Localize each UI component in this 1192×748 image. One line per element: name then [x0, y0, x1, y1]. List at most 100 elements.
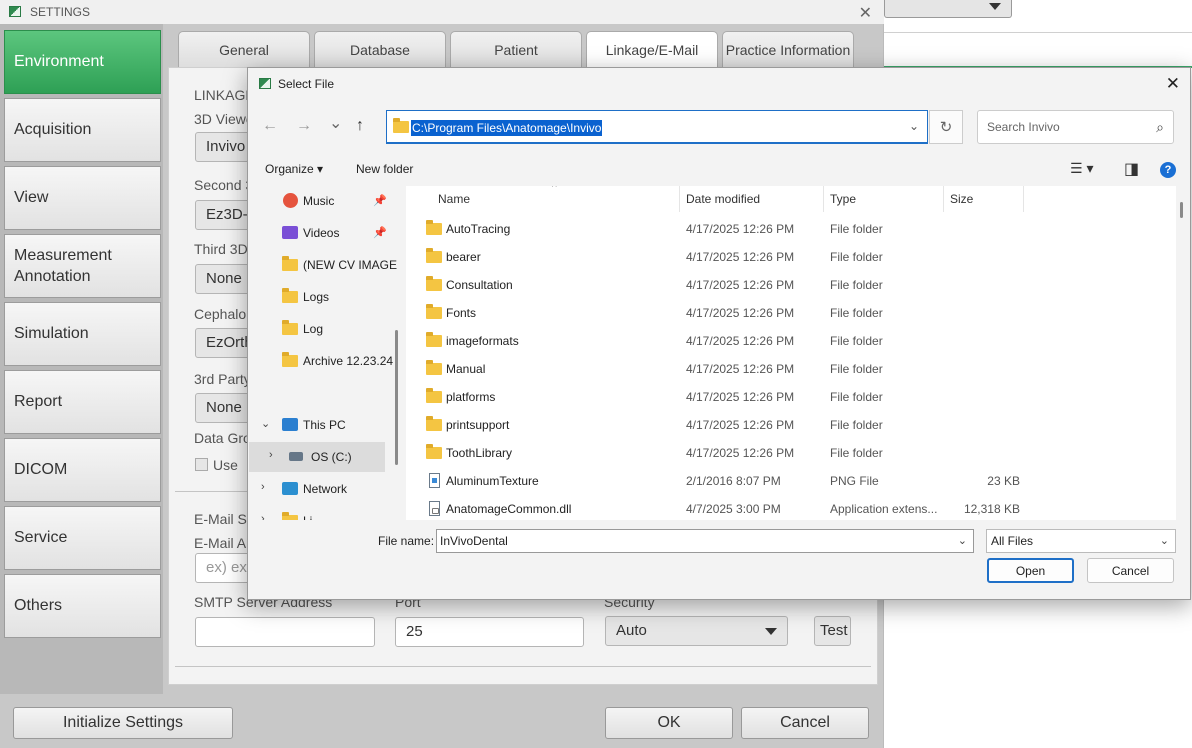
pc-icon [282, 418, 298, 431]
folder-icon [426, 248, 442, 263]
sidebar-item-service[interactable]: Service [4, 506, 161, 570]
dialog-close-icon[interactable]: ✕ [1166, 74, 1180, 94]
file-type-select[interactable]: All Files ⌄ [986, 529, 1176, 553]
expand-chevron-icon[interactable]: › [261, 513, 265, 520]
recent-locations-icon[interactable]: ⌄ [329, 113, 342, 133]
tab-linkage-email[interactable]: Linkage/E-Mail [586, 31, 718, 71]
nav-item-log[interactable]: Log [249, 314, 399, 344]
file-row[interactable]: imageformats 4/17/2025 12:26 PM File folde… [406, 327, 1166, 355]
file-name-cell: AutoTracing [446, 222, 511, 236]
file-name-cell: ToothLibrary [446, 446, 513, 460]
nav-item-archive[interactable]: Archive 12.23.24 [249, 346, 399, 376]
initialize-settings-button[interactable]: Initialize Settings [13, 707, 233, 739]
file-row[interactable]: Manual 4/17/2025 12:26 PM File folder [406, 355, 1166, 383]
file-row[interactable]: Fonts 4/17/2025 12:26 PM File folder [406, 299, 1166, 327]
search-input[interactable]: Search Invivo ⌕ [977, 110, 1174, 144]
sidebar-item-acquisition[interactable]: Acquisition [4, 98, 161, 162]
viewer3d-label: 3D Viewe [194, 111, 254, 127]
dialog-cancel-button[interactable]: Cancel [1087, 558, 1174, 583]
column-header-date[interactable]: Date modified [680, 186, 824, 212]
file-name-label: File name: [378, 534, 435, 548]
column-header-size[interactable]: Size [944, 186, 1024, 212]
background-dropdown[interactable] [884, 0, 1012, 18]
sidebar-item-simulation[interactable]: Simulation [4, 302, 161, 366]
file-type-cell: File folder [830, 418, 883, 432]
nav-item-this-pc[interactable]: ⌄ This PC [249, 410, 399, 440]
settings-cancel-button[interactable]: Cancel [741, 707, 869, 739]
up-folder-icon[interactable]: ↑ [356, 117, 364, 135]
forward-icon[interactable]: → [296, 117, 312, 135]
navigation-scrollbar[interactable] [395, 330, 398, 465]
expand-chevron-icon[interactable]: › [269, 449, 273, 461]
help-icon[interactable]: ? [1160, 162, 1176, 178]
file-row[interactable]: bearer 4/17/2025 12:26 PM File folder [406, 243, 1166, 271]
search-icon: ⌕ [1156, 119, 1164, 135]
sidebar-item-report[interactable]: Report [4, 370, 161, 434]
back-icon[interactable]: ← [262, 117, 278, 135]
port-input[interactable]: 25 [395, 617, 584, 647]
column-divider[interactable] [1023, 186, 1024, 212]
ok-button[interactable]: OK [605, 707, 733, 739]
view-options-icon[interactable]: ☰ ▾ [1070, 160, 1093, 177]
column-header-type[interactable]: Type [824, 186, 944, 212]
sidebar-item-dicom[interactable]: DICOM [4, 438, 161, 502]
open-button[interactable]: Open [987, 558, 1074, 583]
linkage-section-label: LINKAGE [194, 87, 255, 103]
dialog-title: Select File [278, 77, 335, 91]
new-folder-button[interactable]: New folder [356, 162, 413, 176]
file-row[interactable]: printsupport 4/17/2025 12:26 PM File folde… [406, 411, 1166, 439]
sidebar-item-environment[interactable]: Environment [4, 30, 161, 94]
folder-icon [426, 332, 442, 347]
address-path[interactable]: C:\Program Files\Anatomage\Invivo [411, 120, 603, 136]
file-row[interactable]: platforms 4/17/2025 12:26 PM File folder [406, 383, 1166, 411]
sidebar-item-others[interactable]: Others [4, 574, 161, 638]
tab-general[interactable]: General [178, 31, 310, 67]
settings-close-icon[interactable]: ✕ [859, 3, 872, 23]
file-row[interactable]: AutoTracing 4/17/2025 12:26 PM File folder [406, 215, 1166, 243]
nav-item-partial[interactable]: › Li [249, 506, 399, 520]
refresh-button[interactable]: ↻ [929, 110, 963, 144]
nav-item-os-c[interactable]: › OS (C:) [249, 442, 385, 472]
nav-item-videos[interactable]: Videos 📌 [249, 218, 399, 248]
nav-item-label: Logs [303, 290, 330, 304]
smtp-server-input[interactable] [195, 617, 375, 647]
tab-patient[interactable]: Patient [450, 31, 582, 67]
use-checkbox[interactable] [195, 458, 208, 471]
file-list-scrollbar[interactable] [1180, 202, 1183, 218]
sidebar-item-measurement-annotation[interactable]: Measurement Annotation [4, 234, 161, 298]
file-row[interactable]: ToothLibrary 4/17/2025 12:26 PM File folde… [406, 439, 1166, 467]
preview-pane-icon[interactable]: ◨ [1124, 159, 1139, 179]
expand-chevron-icon[interactable]: › [261, 481, 265, 493]
nav-item-label: Archive 12.23.24 [303, 354, 394, 368]
file-list: ^ Name Date modified Type Size AutoTraci… [406, 186, 1176, 520]
nav-item-logs[interactable]: Logs [249, 282, 399, 312]
security-select[interactable]: Auto [605, 616, 788, 646]
third3d-label: Third 3D [194, 241, 248, 257]
tab-practice-information[interactable]: Practice Information [722, 31, 854, 67]
folder-icon [426, 416, 442, 431]
expanded-chevron-icon[interactable]: ⌄ [261, 417, 270, 430]
address-bar[interactable]: C:\Program Files\Anatomage\Invivo ⌄ [386, 110, 928, 144]
file-name-cell: AnatomageCommon.dll [446, 502, 572, 516]
nav-item-music[interactable]: Music 📌 [249, 186, 399, 216]
file-name-input[interactable]: InVivoDental ⌄ [436, 529, 974, 553]
column-header-name[interactable]: ^ Name [406, 186, 676, 212]
chevron-down-icon[interactable]: ⌄ [958, 534, 967, 547]
folder-icon [426, 276, 442, 291]
nav-item-new-cv-image[interactable]: (NEW CV IMAGE [249, 250, 399, 280]
tab-database[interactable]: Database [314, 31, 446, 67]
sidebar-item-view[interactable]: View [4, 166, 161, 230]
address-history-chevron-icon[interactable]: ⌄ [909, 119, 919, 133]
organize-button[interactable]: Organize ▾ [265, 162, 323, 176]
file-row[interactable]: AluminumTexture 2/1/2016 8:07 PM PNG File 2… [406, 467, 1166, 495]
file-row[interactable]: Consultation 4/17/2025 12:26 PM File folde… [406, 271, 1166, 299]
file-name-cell: bearer [446, 250, 481, 264]
file-name-cell: Fonts [446, 306, 477, 320]
nav-item-label: Network [303, 482, 348, 496]
folder-icon [426, 388, 442, 403]
nav-item-network[interactable]: › Network [249, 474, 399, 504]
file-size-cell: 23 KB [987, 474, 1020, 488]
file-row[interactable]: AnatomageCommon.dll 4/7/2025 3:00 PM Appli… [406, 495, 1166, 520]
test-button[interactable]: Test [814, 616, 851, 646]
email-address-label: E-Mail A [194, 535, 247, 551]
